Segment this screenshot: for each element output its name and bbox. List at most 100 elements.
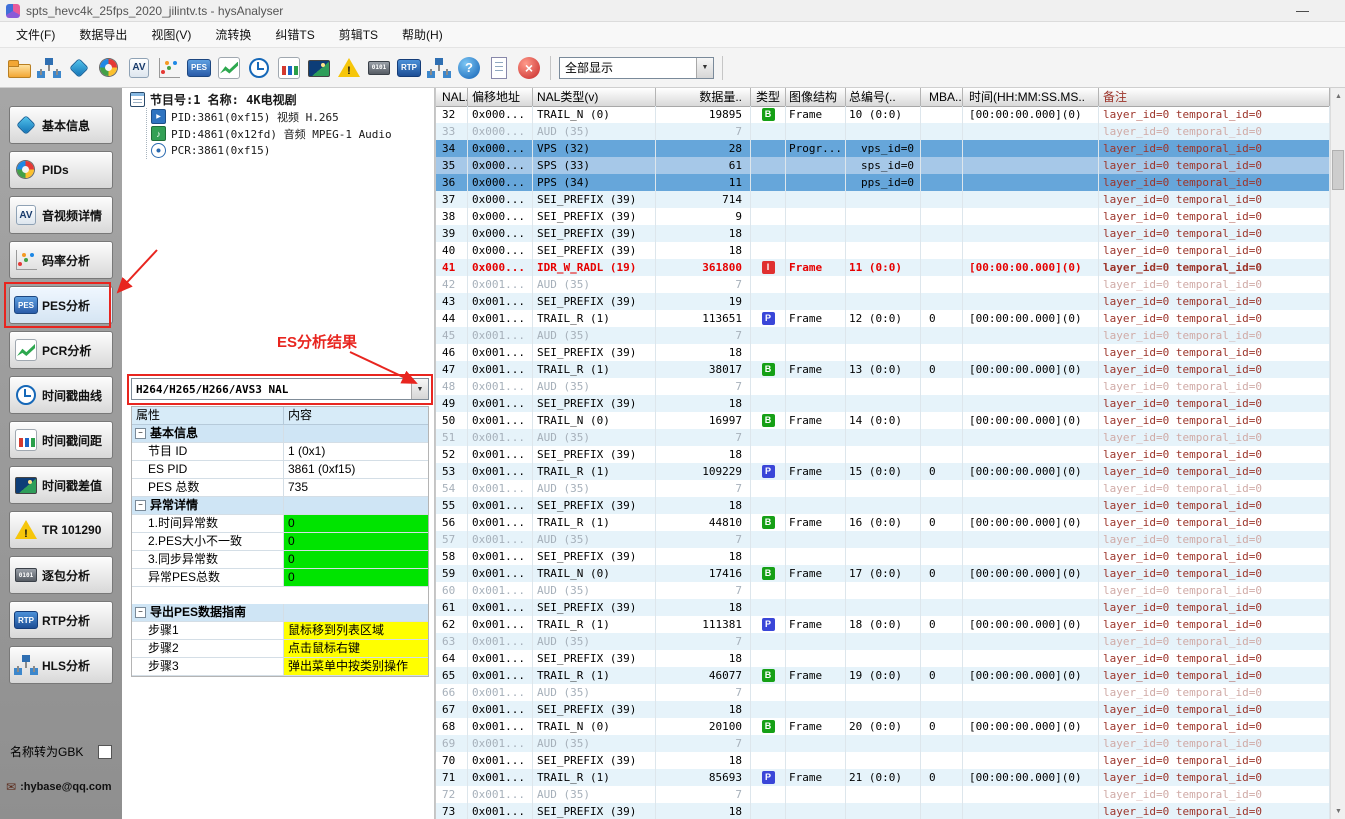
table-row[interactable]: 650x001...TRAIL_R (1)46077BFrame19 (0:0)…: [436, 667, 1330, 684]
table-row[interactable]: 690x001...AUD (35)7layer_id=0 temporal_i…: [436, 735, 1330, 752]
table-row[interactable]: 700x001...SEI_PREFIX (39)18layer_id=0 te…: [436, 752, 1330, 769]
table-row[interactable]: 460x001...SEI_PREFIX (39)18layer_id=0 te…: [436, 344, 1330, 361]
open-folder-icon[interactable]: [6, 55, 32, 81]
column-header-tm[interactable]: 时间(HH:MM:SS.MS..: [963, 88, 1099, 106]
column-header-mba[interactable]: MBA..: [921, 88, 963, 106]
table-row[interactable]: 370x000...SEI_PREFIX (39)714layer_id=0 t…: [436, 191, 1330, 208]
column-header-note[interactable]: 备注: [1099, 88, 1330, 106]
property-row[interactable]: 步骤1鼠标移到列表区域: [132, 622, 428, 640]
table-row[interactable]: 380x000...SEI_PREFIX (39)9layer_id=0 tem…: [436, 208, 1330, 225]
table-row[interactable]: 510x001...AUD (35)7layer_id=0 temporal_i…: [436, 429, 1330, 446]
tree-item[interactable]: ▶PID:3861(0xf15) 视频 H.265: [151, 108, 434, 125]
property-row[interactable]: 1.时间异常数0: [132, 515, 428, 533]
stream-tree-icon[interactable]: [36, 55, 62, 81]
table-row[interactable]: 500x001...TRAIL_N (0)16997BFrame14 (0:0)…: [436, 412, 1330, 429]
property-row[interactable]: −导出PES数据指南: [132, 604, 428, 622]
vertical-scrollbar[interactable]: ▲ ▼: [1330, 88, 1345, 819]
table-row[interactable]: 540x001...AUD (35)7layer_id=0 temporal_i…: [436, 480, 1330, 497]
chevron-down-icon[interactable]: ▼: [696, 58, 713, 78]
scroll-up-icon[interactable]: ▲: [1331, 88, 1345, 104]
gbk-checkbox[interactable]: [98, 745, 112, 759]
table-row[interactable]: 560x001...TRAIL_R (1)44810BFrame16 (0:0)…: [436, 514, 1330, 531]
tree-item[interactable]: ♪PID:4861(0x12fd) 音频 MPEG-1 Audio: [151, 125, 434, 142]
sidebar-item-pcr[interactable]: PCR分析: [9, 331, 113, 369]
tree-root[interactable]: 节目号:1 名称: 4K电视剧: [130, 91, 434, 108]
tree-item[interactable]: PCR:3861(0xf15): [151, 142, 434, 159]
table-row[interactable]: 660x001...AUD (35)7layer_id=0 temporal_i…: [436, 684, 1330, 701]
table-row[interactable]: 490x001...SEI_PREFIX (39)18layer_id=0 te…: [436, 395, 1330, 412]
sidebar-item-timestamp-gap[interactable]: 时间戳间距: [9, 421, 113, 459]
menu-item-stream-convert[interactable]: 流转换: [203, 22, 263, 47]
table-row[interactable]: 530x001...TRAIL_R (1)109229PFrame15 (0:0…: [436, 463, 1330, 480]
collapse-icon[interactable]: −: [135, 607, 146, 618]
timestamp-gap-icon[interactable]: [276, 55, 302, 81]
table-row[interactable]: 710x001...TRAIL_R (1)85693PFrame21 (0:0)…: [436, 769, 1330, 786]
rtp-icon[interactable]: RTP: [396, 55, 422, 81]
sidebar-item-hls[interactable]: HLS分析: [9, 646, 113, 684]
minimize-button[interactable]: —: [1288, 3, 1317, 18]
property-row[interactable]: 2.PES大小不一致0: [132, 533, 428, 551]
table-row[interactable]: 400x000...SEI_PREFIX (39)18layer_id=0 te…: [436, 242, 1330, 259]
table-row[interactable]: 360x000...PPS (34)11pps_id=0layer_id=0 t…: [436, 174, 1330, 191]
table-row[interactable]: 420x001...AUD (35)7layer_id=0 temporal_i…: [436, 276, 1330, 293]
sidebar-item-timestamp-curve[interactable]: 时间戳曲线: [9, 376, 113, 414]
pcr-icon[interactable]: [216, 55, 242, 81]
table-row[interactable]: 340x000...VPS (32)28Progr...vps_id=0laye…: [436, 140, 1330, 157]
column-header-sz[interactable]: 数据量..: [656, 88, 751, 106]
table-row[interactable]: 350x000...SPS (33)61sps_id=0layer_id=0 t…: [436, 157, 1330, 174]
property-row[interactable]: 步骤3弹出菜单中按类别操作: [132, 658, 428, 676]
bitrate-icon[interactable]: [156, 55, 182, 81]
column-header-st[interactable]: 图像结构: [786, 88, 846, 106]
menu-item-file[interactable]: 文件(F): [4, 22, 67, 47]
table-row[interactable]: 580x001...SEI_PREFIX (39)18layer_id=0 te…: [436, 548, 1330, 565]
property-row[interactable]: ES PID3861 (0xf15): [132, 461, 428, 479]
menu-item-clip-ts[interactable]: 剪辑TS: [327, 22, 390, 47]
chevron-down-icon[interactable]: ▼: [411, 379, 428, 399]
scroll-down-icon[interactable]: ▼: [1331, 803, 1345, 819]
menu-item-data-export[interactable]: 数据导出: [67, 22, 139, 47]
sidebar-item-rtp[interactable]: RTPRTP分析: [9, 601, 113, 639]
property-row[interactable]: −基本信息: [132, 425, 428, 443]
scrollbar-thumb[interactable]: [1332, 150, 1344, 190]
menu-item-help[interactable]: 帮助(H): [390, 22, 455, 47]
collapse-icon[interactable]: −: [135, 500, 146, 511]
av-detail-icon[interactable]: AV: [126, 55, 152, 81]
table-row[interactable]: 320x000...TRAIL_N (0)19895BFrame10 (0:0)…: [436, 106, 1330, 123]
timestamp-curve-icon[interactable]: [246, 55, 272, 81]
table-row[interactable]: 470x001...TRAIL_R (1)38017BFrame13 (0:0)…: [436, 361, 1330, 378]
sidebar-item-tr101290[interactable]: !TR 101290: [9, 511, 113, 549]
pes-icon[interactable]: PES: [186, 55, 212, 81]
menu-item-fix-ts[interactable]: 纠错TS: [263, 22, 326, 47]
property-row[interactable]: PES 总数735: [132, 479, 428, 497]
sidebar-item-pes[interactable]: PESPES分析: [9, 286, 113, 324]
nal-format-select[interactable]: H264/H265/H266/AVS3 NAL ▼: [131, 378, 429, 400]
sidebar-item-av-detail[interactable]: AV音视频详情: [9, 196, 113, 234]
packet-icon[interactable]: 0101: [366, 55, 392, 81]
help-icon[interactable]: ?: [456, 55, 482, 81]
column-header-t[interactable]: NAL类型(v): [533, 88, 656, 106]
table-row[interactable]: 590x001...TRAIL_N (0)17416BFrame17 (0:0)…: [436, 565, 1330, 582]
hls-icon[interactable]: [426, 55, 452, 81]
property-row[interactable]: 节目 ID1 (0x1): [132, 443, 428, 461]
table-row[interactable]: 600x001...AUD (35)7layer_id=0 temporal_i…: [436, 582, 1330, 599]
table-row[interactable]: 610x001...SEI_PREFIX (39)18layer_id=0 te…: [436, 599, 1330, 616]
report-icon[interactable]: [486, 55, 512, 81]
table-row[interactable]: 440x001...TRAIL_R (1)113651PFrame12 (0:0…: [436, 310, 1330, 327]
table-row[interactable]: 330x000...AUD (35)7layer_id=0 temporal_i…: [436, 123, 1330, 140]
column-header-off[interactable]: 偏移地址: [468, 88, 533, 106]
table-row[interactable]: 620x001...TRAIL_R (1)111381PFrame18 (0:0…: [436, 616, 1330, 633]
property-row[interactable]: −异常详情: [132, 497, 428, 515]
table-row[interactable]: 630x001...AUD (35)7layer_id=0 temporal_i…: [436, 633, 1330, 650]
table-row[interactable]: 480x001...AUD (35)7layer_id=0 temporal_i…: [436, 378, 1330, 395]
sidebar-item-bitrate[interactable]: 码率分析: [9, 241, 113, 279]
table-row[interactable]: 410x000...IDR_W_RADL (19)361800IFrame11 …: [436, 259, 1330, 276]
tr101290-icon[interactable]: !: [336, 55, 362, 81]
menu-item-view[interactable]: 视图(V): [139, 22, 203, 47]
table-row[interactable]: 640x001...SEI_PREFIX (39)18layer_id=0 te…: [436, 650, 1330, 667]
collapse-icon[interactable]: −: [135, 428, 146, 439]
basic-info-icon[interactable]: [66, 55, 92, 81]
table-row[interactable]: 730x001...SEI_PREFIX (39)18layer_id=0 te…: [436, 803, 1330, 819]
table-row[interactable]: 720x001...AUD (35)7layer_id=0 temporal_i…: [436, 786, 1330, 803]
pids-icon[interactable]: [96, 55, 122, 81]
column-header-no[interactable]: 总编号(..: [846, 88, 921, 106]
